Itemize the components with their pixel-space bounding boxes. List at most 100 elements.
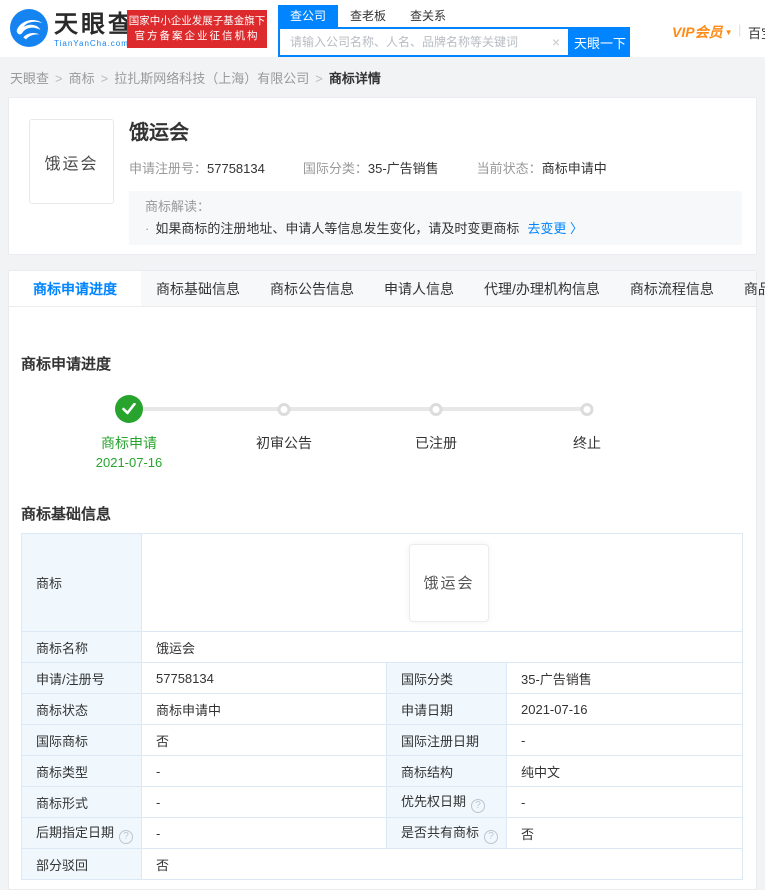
breadcrumb-separator: > bbox=[315, 71, 323, 86]
step-dot-icon bbox=[580, 403, 594, 416]
toolbox-link[interactable]: 百宝箱 bbox=[748, 23, 765, 42]
tianyancha-logo[interactable]: 天眼查 TianYanCha.com bbox=[10, 9, 135, 52]
search-input[interactable] bbox=[280, 29, 530, 55]
info-label-text: 商标名称 bbox=[36, 640, 89, 656]
summary-field-1: 国际分类：35-广告销售 bbox=[303, 158, 439, 177]
info-label-text: 优先权日期 bbox=[401, 794, 467, 810]
step-dot-icon bbox=[429, 403, 443, 416]
step-dot-icon bbox=[277, 403, 291, 416]
info-value: 否 bbox=[505, 817, 744, 849]
info-label-text: 国际注册日期 bbox=[401, 733, 480, 749]
info-label: 后期指定日期? bbox=[21, 817, 142, 849]
tianyancha-logo-icon bbox=[10, 9, 48, 52]
trademark-logo-box: 饿运会 bbox=[29, 119, 114, 204]
help-icon[interactable]: ? bbox=[471, 798, 486, 813]
info-value: 纯中文 bbox=[505, 755, 744, 787]
breadcrumb-item-0[interactable]: 天眼查 bbox=[10, 71, 49, 86]
search-tab-2[interactable]: 查关系 bbox=[398, 5, 458, 27]
note-title: 商标解读： bbox=[145, 199, 211, 214]
step-label-1: 初审公告 bbox=[256, 435, 312, 451]
step-done-check-icon bbox=[115, 395, 143, 423]
info-label: 商标状态 bbox=[21, 693, 142, 725]
tab-5[interactable]: 商标流程信息 bbox=[615, 271, 729, 306]
info-label: 国际分类 bbox=[386, 662, 507, 694]
info-value: - bbox=[505, 786, 744, 818]
info-label-text: 商标形式 bbox=[36, 795, 89, 811]
table-row: 商标名称 饿运会 bbox=[21, 631, 744, 663]
info-label-text: 商标 bbox=[36, 576, 63, 591]
step-label-2: 已注册 bbox=[415, 435, 457, 451]
table-row: 商标形式 - 优先权日期? - bbox=[21, 786, 744, 818]
info-label: 商标形式 bbox=[21, 786, 142, 818]
change-link[interactable]: 去变更 〉 bbox=[527, 221, 583, 236]
step-label-0: 商标申请 bbox=[101, 435, 157, 451]
search-button[interactable]: 天眼一下 bbox=[570, 27, 630, 57]
search-tab-1[interactable]: 查老板 bbox=[338, 5, 398, 27]
tab-0[interactable]: 商标申请进度 bbox=[9, 271, 141, 306]
info-label: 国际商标 bbox=[21, 724, 142, 756]
summary-field-value: 商标申请中 bbox=[541, 161, 607, 176]
trademark-image-cell: 饿运会 bbox=[140, 533, 744, 632]
summary-field-label: 国际分类： bbox=[302, 161, 368, 176]
info-label: 商标类型 bbox=[21, 755, 142, 787]
info-value: 35-广告销售 bbox=[505, 662, 744, 694]
breadcrumb-separator: > bbox=[100, 71, 109, 86]
info-label-text: 国际分类 bbox=[401, 671, 454, 687]
tab-2[interactable]: 商标公告信息 bbox=[255, 271, 369, 306]
step-date-0: 2021-07-16 bbox=[95, 455, 163, 470]
info-label-text: 商标结构 bbox=[401, 764, 454, 780]
summary-field-value: 35-广告销售 bbox=[367, 161, 439, 176]
basic-info-table: 商标 饿运会 商标名称 饿运会 申请/注册号 57758134 国际分类 35-广告销售 商标状… bbox=[21, 533, 744, 880]
info-label-text: 申请日期 bbox=[401, 702, 454, 718]
table-row: 商标 饿运会 bbox=[21, 533, 744, 632]
info-label-text: 商标类型 bbox=[36, 764, 89, 780]
info-label: 部分驳回 bbox=[21, 848, 142, 880]
search-tabs: 查公司 查老板 查关系 bbox=[278, 5, 630, 27]
help-icon[interactable]: ? bbox=[484, 829, 499, 844]
application-timeline: 商标申请 2021-07-16 初审公告 已注册 终止 bbox=[21, 387, 744, 487]
summary-field-2: 当前状态：商标申请中 bbox=[477, 158, 607, 177]
tab-3[interactable]: 申请人信息 bbox=[369, 271, 469, 306]
breadcrumb-current: 商标详情 bbox=[328, 71, 381, 86]
table-row: 部分驳回 否 bbox=[21, 848, 744, 880]
info-label-text: 国际商标 bbox=[36, 733, 89, 749]
breadcrumb-item-1[interactable]: 商标 bbox=[69, 71, 95, 86]
table-row: 商标状态 商标申请中 申请日期 2021-07-16 bbox=[21, 693, 744, 725]
breadcrumb-item-2[interactable]: 拉扎斯网络科技（上海）有限公司 bbox=[114, 71, 309, 86]
info-label: 是否共有商标? bbox=[386, 817, 507, 849]
section-title-basic-info: 商标基础信息 bbox=[21, 506, 112, 523]
header-divider: | bbox=[738, 22, 742, 37]
info-label-text: 商标状态 bbox=[36, 702, 89, 718]
caret-down-icon: ▼ bbox=[724, 28, 733, 37]
info-value: 饿运会 bbox=[140, 631, 744, 663]
section-title-progress: 商标申请进度 bbox=[21, 356, 112, 373]
brand-name: 天眼查 bbox=[54, 11, 135, 38]
summary-field-label: 当前状态： bbox=[476, 161, 542, 176]
summary-field-0: 申请注册号：57758134 bbox=[129, 158, 265, 177]
info-value: 否 bbox=[141, 724, 387, 756]
table-row: 商标类型 - 商标结构 纯中文 bbox=[21, 755, 744, 787]
page-title: 饿运会 bbox=[129, 122, 189, 144]
info-label: 商标结构 bbox=[386, 755, 507, 787]
tab-1[interactable]: 商标基础信息 bbox=[141, 271, 255, 306]
breadcrumb-separator: > bbox=[55, 71, 63, 86]
info-label-text: 部分驳回 bbox=[36, 857, 89, 873]
clear-icon[interactable]: × bbox=[552, 34, 560, 50]
info-value: - bbox=[141, 817, 387, 849]
help-icon[interactable]: ? bbox=[119, 829, 134, 844]
info-label: 申请/注册号 bbox=[21, 662, 142, 694]
summary-field-label: 申请注册号： bbox=[129, 161, 208, 176]
note-text: 如果商标的注册地址、申请人等信息发生变化，请及时变更商标 bbox=[155, 221, 520, 236]
info-value: 否 bbox=[140, 848, 744, 880]
info-value: 商标申请中 bbox=[141, 693, 387, 725]
info-label-text: 后期指定日期 bbox=[36, 825, 115, 841]
tab-4[interactable]: 代理/办理机构信息 bbox=[469, 271, 615, 306]
search-tab-0[interactable]: 查公司 bbox=[278, 5, 339, 27]
table-row: 申请/注册号 57758134 国际分类 35-广告销售 bbox=[21, 662, 744, 694]
vip-member-link[interactable]: VIP会员 ▼ bbox=[672, 22, 733, 42]
tab-6[interactable]: 商品/服务项目 bbox=[729, 271, 765, 306]
info-label: 优先权日期? bbox=[386, 786, 507, 818]
info-value: - bbox=[505, 724, 744, 756]
summary-fields: 申请注册号：57758134 国际分类：35-广告销售 当前状态：商标申请中 bbox=[129, 158, 742, 177]
search-area: 查公司查老板查关系 × 天眼一下 bbox=[278, 5, 630, 57]
